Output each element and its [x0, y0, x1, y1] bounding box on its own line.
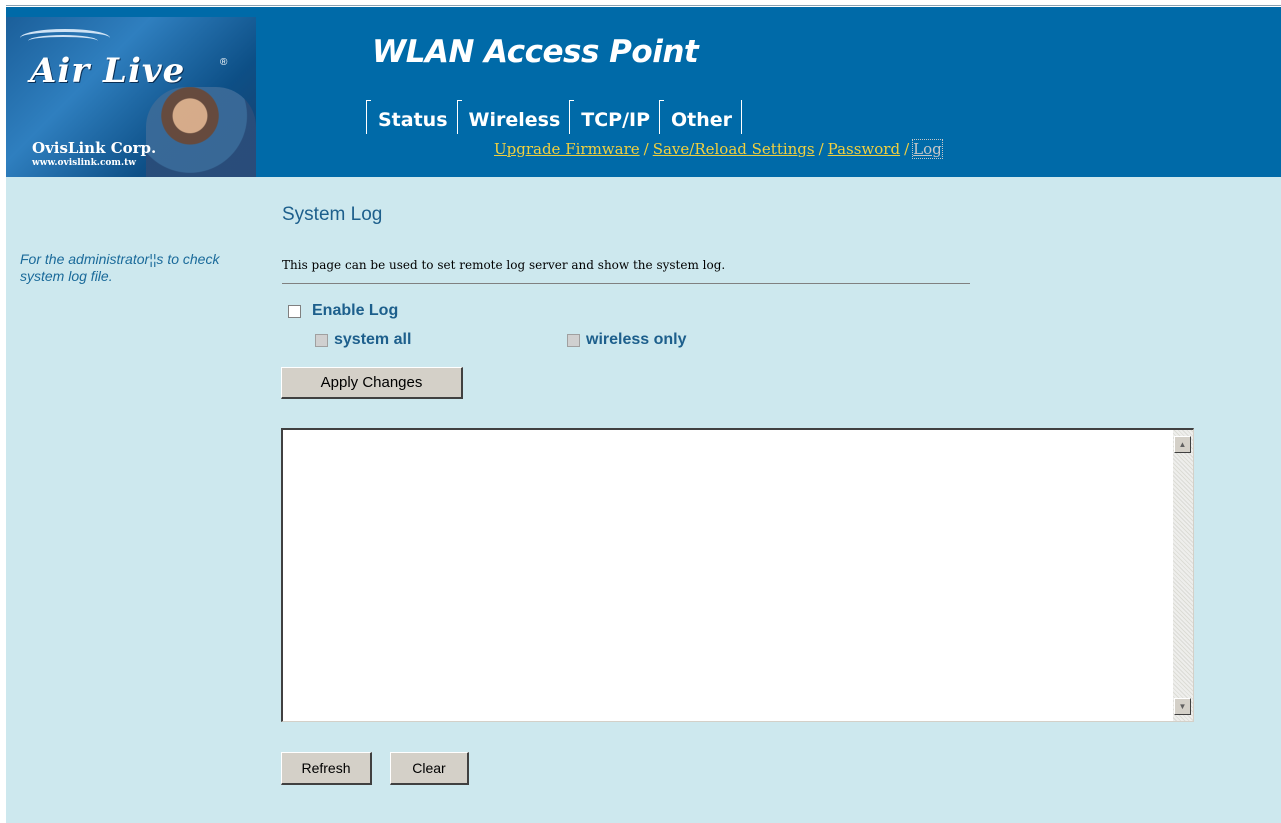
- system-all-checkbox[interactable]: [315, 333, 328, 347]
- subnav-separator: /: [818, 140, 824, 158]
- link-save-reload-settings[interactable]: Save/Reload Settings: [653, 140, 815, 158]
- page-title: System Log: [282, 204, 383, 225]
- content-area: For the administrator¦¦s to check system…: [6, 177, 1281, 823]
- tab-other[interactable]: Other: [659, 100, 743, 134]
- tab-status[interactable]: Status: [366, 100, 457, 134]
- apply-changes-button[interactable]: Apply Changes: [281, 367, 463, 399]
- sub-nav: Upgrade Firmware / Save/Reload Settings / Pa…: [494, 139, 943, 159]
- subnav-separator: /: [904, 140, 910, 158]
- scroll-up-icon[interactable]: ▲: [1174, 436, 1191, 453]
- enable-log-row: Enable Log: [288, 302, 398, 320]
- logo-arc-inner-icon: [28, 35, 98, 47]
- clear-button[interactable]: Clear: [390, 752, 469, 785]
- enable-log-checkbox[interactable]: [288, 304, 301, 318]
- divider: [282, 283, 970, 284]
- sidebar-help-text: For the administrator¦¦s to check system…: [20, 251, 220, 284]
- company-name: OvisLink Corp.: [32, 139, 157, 157]
- wireless-only-label: wireless only: [586, 331, 687, 348]
- main-nav: Status Wireless TCP/IP Other: [366, 100, 743, 134]
- link-log[interactable]: Log: [912, 139, 943, 159]
- link-password[interactable]: Password: [828, 140, 900, 158]
- enable-log-label: Enable Log: [312, 302, 399, 319]
- brand-name: Air Live: [30, 51, 186, 91]
- system-all-row: system all: [315, 331, 411, 349]
- header-banner: Air Live ® OvisLink Corp. www.ovislink.c…: [6, 7, 1281, 183]
- log-textarea[interactable]: ▲ ▼: [281, 428, 1194, 722]
- tab-wireless[interactable]: Wireless: [456, 100, 570, 134]
- wireless-only-row: wireless only: [567, 331, 687, 349]
- system-all-label: system all: [334, 331, 412, 348]
- brand-logo: Air Live ® OvisLink Corp. www.ovislink.c…: [6, 17, 256, 183]
- scroll-down-icon[interactable]: ▼: [1174, 698, 1191, 715]
- registered-mark: ®: [220, 57, 228, 68]
- tab-tcpip[interactable]: TCP/IP: [569, 100, 659, 134]
- subnav-separator: /: [643, 140, 649, 158]
- top-border: [0, 0, 1281, 6]
- link-upgrade-firmware[interactable]: Upgrade Firmware: [494, 140, 640, 158]
- company-url: www.ovislink.com.tw: [32, 158, 136, 168]
- wireless-only-checkbox[interactable]: [567, 333, 580, 347]
- product-title: WLAN Access Point: [372, 34, 699, 70]
- page-description: This page can be used to set remote log …: [282, 258, 726, 272]
- log-scrollbar[interactable]: ▲ ▼: [1173, 430, 1193, 721]
- refresh-button[interactable]: Refresh: [281, 752, 372, 785]
- logo-photo: [146, 87, 256, 183]
